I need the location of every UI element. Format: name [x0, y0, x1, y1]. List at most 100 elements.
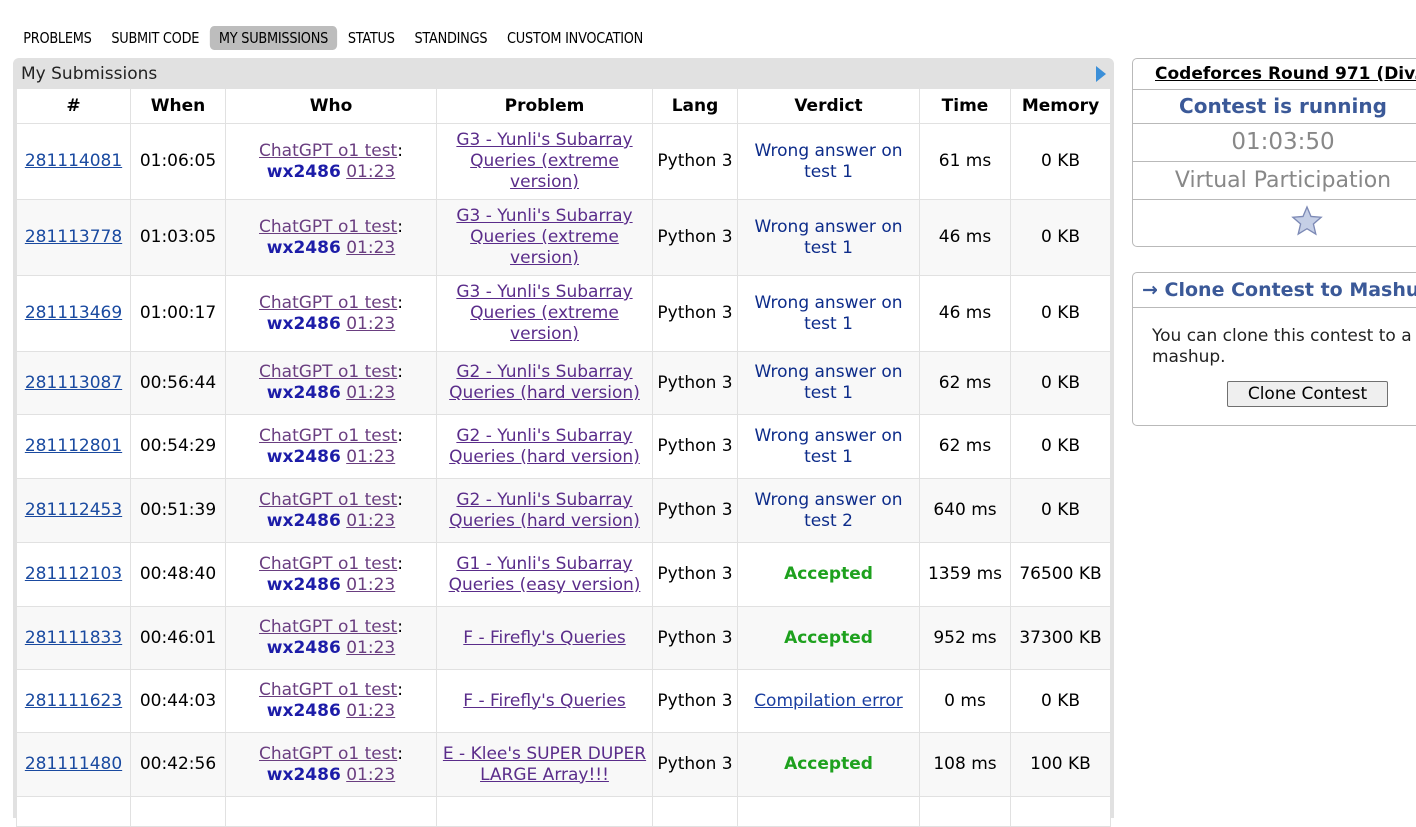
cell-who — [225, 796, 437, 827]
cell-problem: G3 - Yunli's Subarray Queries (extreme v… — [436, 275, 653, 352]
verdict[interactable]: Compilation error — [754, 691, 903, 711]
memory-used: 0 KB — [1040, 690, 1081, 711]
cell-id: 281112453 — [16, 478, 131, 543]
submission-id-link[interactable]: 281111833 — [25, 628, 122, 648]
party-link[interactable]: ChatGPT o1 test — [259, 744, 397, 764]
memory-used: 0 KB — [1040, 372, 1081, 393]
participation-time-link[interactable]: 01:23 — [346, 575, 395, 595]
user-handle[interactable]: wx2486 — [267, 765, 341, 785]
party-link[interactable]: ChatGPT o1 test — [259, 362, 397, 382]
participation-time-link[interactable]: 01:23 — [346, 447, 395, 467]
cell-problem: G2 - Yunli's Subarray Queries (hard vers… — [436, 478, 653, 543]
problem-link[interactable]: G1 - Yunli's Subarray Queries (easy vers… — [449, 554, 641, 595]
participation-time-link[interactable]: 01:23 — [346, 383, 395, 403]
cell-verdict: Wrong answer on test 1 — [737, 123, 920, 200]
party-link[interactable]: ChatGPT o1 test — [259, 490, 397, 510]
favorite-star[interactable] — [1133, 200, 1416, 244]
user-handle[interactable]: wx2486 — [267, 238, 341, 258]
party-link[interactable]: ChatGPT o1 test — [259, 617, 397, 637]
contest-name-link[interactable]: Codeforces Round 971 (Div. 4) — [1133, 59, 1416, 90]
menu-item-standings[interactable]: STANDINGS — [405, 26, 497, 50]
column-header[interactable]: Who — [225, 88, 437, 124]
user-handle[interactable]: wx2486 — [267, 638, 341, 658]
party-link[interactable]: ChatGPT o1 test — [259, 680, 397, 700]
cell-memory: 100 KB — [1010, 732, 1111, 797]
menu-item-problems[interactable]: PROBLEMS — [14, 26, 101, 50]
problem-link[interactable]: E - Klee's SUPER DUPER LARGE Array!!! — [443, 744, 646, 785]
problem-link[interactable]: G3 - Yunli's Subarray Queries (extreme v… — [456, 130, 632, 192]
cell-verdict: Accepted — [737, 542, 920, 607]
menu-item-status[interactable]: STATUS — [338, 26, 404, 50]
memory-used: 100 KB — [1030, 754, 1091, 774]
participation-time-link[interactable]: 01:23 — [346, 511, 395, 531]
participation-time-link[interactable]: 01:23 — [346, 162, 395, 182]
participation-time-link[interactable]: 01:23 — [346, 238, 395, 258]
cell-id: 281111623 — [16, 669, 131, 733]
menu-item-custom-invocation[interactable]: CUSTOM INVOCATION — [498, 26, 653, 50]
cell-when: 01:06:05 — [130, 123, 226, 200]
problem-link[interactable]: G3 - Yunli's Subarray Queries (extreme v… — [456, 206, 632, 268]
user-handle[interactable]: wx2486 — [267, 511, 341, 531]
user-handle[interactable]: wx2486 — [267, 162, 341, 182]
cell-who: ChatGPT o1 test: wx2486 01:23 — [225, 123, 437, 200]
column-header[interactable]: Memory — [1010, 88, 1111, 124]
exec-time: 61 ms — [938, 151, 992, 171]
party-link[interactable]: ChatGPT o1 test — [259, 426, 397, 446]
column-header[interactable]: Problem — [436, 88, 653, 124]
column-header[interactable]: When — [130, 88, 226, 124]
submission-id-link[interactable]: 281113469 — [25, 303, 122, 323]
submission-id-link[interactable]: 281111480 — [25, 754, 122, 774]
exec-time: 62 ms — [938, 436, 992, 456]
participation-time-link[interactable]: 01:23 — [346, 701, 395, 721]
cell-id: 281114081 — [16, 123, 131, 200]
problem-link[interactable]: F - Firefly's Queries — [463, 628, 625, 648]
user-handle[interactable]: wx2486 — [267, 314, 341, 334]
cell-problem: G2 - Yunli's Subarray Queries (hard vers… — [436, 414, 653, 479]
submission-id-link[interactable]: 281111623 — [25, 691, 122, 711]
problem-link[interactable]: G2 - Yunli's Subarray Queries (hard vers… — [449, 490, 640, 531]
user-handle[interactable]: wx2486 — [267, 701, 341, 721]
submission-id-link[interactable]: 281114081 — [25, 151, 122, 171]
submission-id-link[interactable]: 281112801 — [25, 436, 122, 456]
party-link[interactable]: ChatGPT o1 test — [259, 141, 397, 161]
language: Python 3 — [657, 690, 733, 711]
cell-when: 00:51:39 — [130, 478, 226, 543]
user-handle[interactable]: wx2486 — [267, 383, 341, 403]
column-header[interactable]: Time — [919, 88, 1011, 124]
party-link[interactable]: ChatGPT o1 test — [259, 293, 397, 313]
problem-link[interactable]: G2 - Yunli's Subarray Queries (hard vers… — [449, 426, 640, 467]
cell-who: ChatGPT o1 test: wx2486 01:23 — [225, 351, 437, 415]
party-link[interactable]: ChatGPT o1 test — [259, 217, 397, 237]
column-header[interactable]: Lang — [652, 88, 738, 124]
party-link[interactable]: ChatGPT o1 test — [259, 554, 397, 574]
participation-time-link[interactable]: 01:23 — [346, 638, 395, 658]
problem-link[interactable]: F - Firefly's Queries — [463, 691, 625, 711]
star-icon[interactable] — [1291, 205, 1323, 237]
problem-link[interactable]: G3 - Yunli's Subarray Queries (extreme v… — [456, 282, 632, 344]
column-header[interactable]: Verdict — [737, 88, 920, 124]
cell-when: 00:44:03 — [130, 669, 226, 733]
submission-id-link[interactable]: 281112453 — [25, 500, 122, 520]
language: Python 3 — [657, 627, 733, 648]
cell-problem: G3 - Yunli's Subarray Queries (extreme v… — [436, 199, 653, 276]
user-handle[interactable]: wx2486 — [267, 575, 341, 595]
problem-link[interactable]: G2 - Yunli's Subarray Queries (hard vers… — [449, 362, 640, 403]
participation-time-link[interactable]: 01:23 — [346, 765, 395, 785]
cell-time: 0 ms — [919, 669, 1011, 733]
participation-time-link[interactable]: 01:23 — [346, 314, 395, 334]
cell-when: 00:56:44 — [130, 351, 226, 415]
submission-time: 00:48:40 — [139, 564, 217, 584]
cell-memory: 76500 KB — [1010, 542, 1111, 607]
submission-id-link[interactable]: 281113778 — [25, 227, 122, 247]
menu-item-my-submissions[interactable]: MY SUBMISSIONS — [209, 26, 338, 50]
expand-arrow-icon[interactable] — [1096, 66, 1106, 82]
submission-id-link[interactable]: 281112103 — [25, 564, 122, 584]
participation-type: Virtual Participation — [1133, 162, 1416, 200]
verdict: Accepted — [784, 754, 873, 774]
clone-contest-button[interactable]: Clone Contest — [1227, 381, 1388, 407]
cell-who: ChatGPT o1 test: wx2486 01:23 — [225, 414, 437, 479]
submission-id-link[interactable]: 281113087 — [25, 373, 122, 393]
column-header[interactable]: # — [16, 88, 131, 124]
menu-item-submit-code[interactable]: SUBMIT CODE — [102, 26, 209, 50]
user-handle[interactable]: wx2486 — [267, 447, 341, 467]
